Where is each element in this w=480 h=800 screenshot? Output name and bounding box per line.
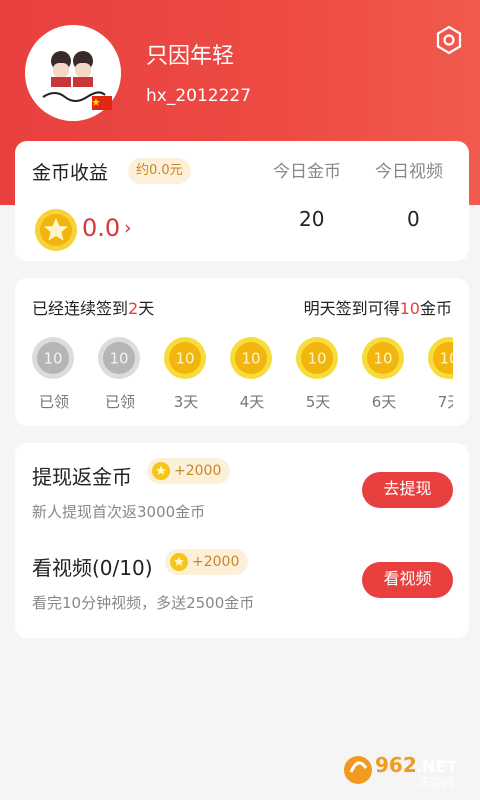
gold-coin-icon: 10	[230, 337, 272, 379]
day-coin-value: 10	[241, 350, 260, 368]
day-label: 已领	[104, 393, 135, 411]
china-flag-icon	[92, 96, 112, 110]
day-label: 5天	[305, 393, 331, 411]
watermark-logo: 962 .NET 乐游网	[342, 750, 472, 790]
signin-suffix: 天	[138, 299, 155, 318]
coins-title: 金币收益	[32, 162, 109, 184]
task-title-video: 看视频(0/10)	[32, 556, 153, 580]
consecutive-signin-text: 已经连续签到2天	[32, 295, 154, 319]
day-coin-value: 10	[373, 350, 392, 368]
task-reward-badge: +2000	[165, 549, 249, 575]
tomorrow-suffix: 金币	[419, 299, 452, 318]
task-reward-value: +2000	[192, 554, 240, 570]
day-coin-value: 10	[307, 350, 326, 368]
signin-prefix: 已经连续签到	[32, 299, 129, 318]
signin-day-item[interactable]: 10 4天	[229, 336, 275, 411]
withdraw-button[interactable]: 去提现	[362, 472, 453, 508]
gold-coin-icon: 10	[362, 337, 404, 379]
mini-coin-icon	[170, 553, 188, 571]
gold-coin-icon: 10	[428, 337, 453, 379]
task-title-withdraw: 提现返金币	[32, 465, 132, 489]
username: 只因年轻	[146, 44, 235, 69]
gold-coin-icon: 10	[296, 337, 338, 379]
watermark-suffix: .NET	[416, 757, 457, 776]
signin-day-item[interactable]: 10 3天	[163, 336, 209, 411]
coin-balance[interactable]: 0.0	[82, 214, 120, 242]
gold-coin-star-icon	[34, 208, 78, 252]
today-videos-label: 今日视频	[375, 162, 443, 182]
signin-day-item[interactable]: 10 5天	[295, 336, 341, 411]
day-label: 已领	[38, 393, 69, 411]
today-coins-label: 今日金币	[273, 162, 341, 182]
day-coin-value: 10	[439, 350, 453, 368]
signin-day-item[interactable]: 10 已领	[97, 336, 143, 411]
day-coin-value: 10	[43, 350, 62, 368]
task-reward-value: +2000	[174, 463, 222, 479]
mini-coin-icon	[152, 462, 170, 480]
signin-days: 2	[128, 299, 139, 318]
task-desc-video: 看完10分钟视频，多送2500金币	[32, 594, 255, 612]
signin-card: 已经连续签到2天 明天签到可得10金币 10 已领 10 已领 10 3天 10 4天 10 5天…	[15, 278, 469, 426]
user-id: hx_2012227	[146, 86, 252, 106]
watermark-sub: 乐游网	[418, 776, 454, 790]
tomorrow-coins: 10	[399, 299, 420, 318]
day-label: 7天	[437, 393, 453, 411]
day-coin-value: 10	[175, 350, 194, 368]
day-coin-value: 10	[109, 350, 128, 368]
signin-days-list[interactable]: 10 已领 10 已领 10 3天 10 4天 10 5天 10 6天 10 7天	[31, 336, 453, 416]
gold-coin-icon: 10	[164, 337, 206, 379]
day-label: 3天	[173, 393, 199, 411]
tomorrow-prefix: 明天签到可得	[303, 299, 400, 318]
chevron-right-icon[interactable]: ›	[124, 217, 132, 239]
task-reward-badge: +2000	[147, 458, 231, 484]
task-desc-withdraw: 新人提现首次返3000金币	[32, 503, 206, 521]
settings-hexagon-icon[interactable]	[433, 24, 465, 56]
watermark-brand: 962	[375, 753, 417, 777]
today-coins-value: 20	[299, 207, 325, 231]
signin-day-item[interactable]: 10 已领	[31, 336, 77, 411]
signin-day-item[interactable]: 10 7天	[427, 336, 453, 411]
coins-approx-badge: 约0.0元	[128, 158, 191, 184]
watch-video-button[interactable]: 看视频	[362, 562, 453, 598]
tasks-card: 提现返金币 +2000 新人提现首次返3000金币 去提现 看视频(0/10) …	[15, 443, 469, 638]
coins-card: 金币收益 约0.0元 今日金币 今日视频 0.0 › 20 0	[15, 141, 469, 261]
today-videos-value: 0	[407, 207, 420, 231]
signin-day-item[interactable]: 10 6天	[361, 336, 407, 411]
claimed-coin-icon: 10	[32, 337, 74, 379]
day-label: 4天	[239, 393, 265, 411]
tomorrow-reward-text: 明天签到可得10金币	[304, 295, 452, 319]
day-label: 6天	[371, 393, 397, 411]
claimed-coin-icon: 10	[98, 337, 140, 379]
